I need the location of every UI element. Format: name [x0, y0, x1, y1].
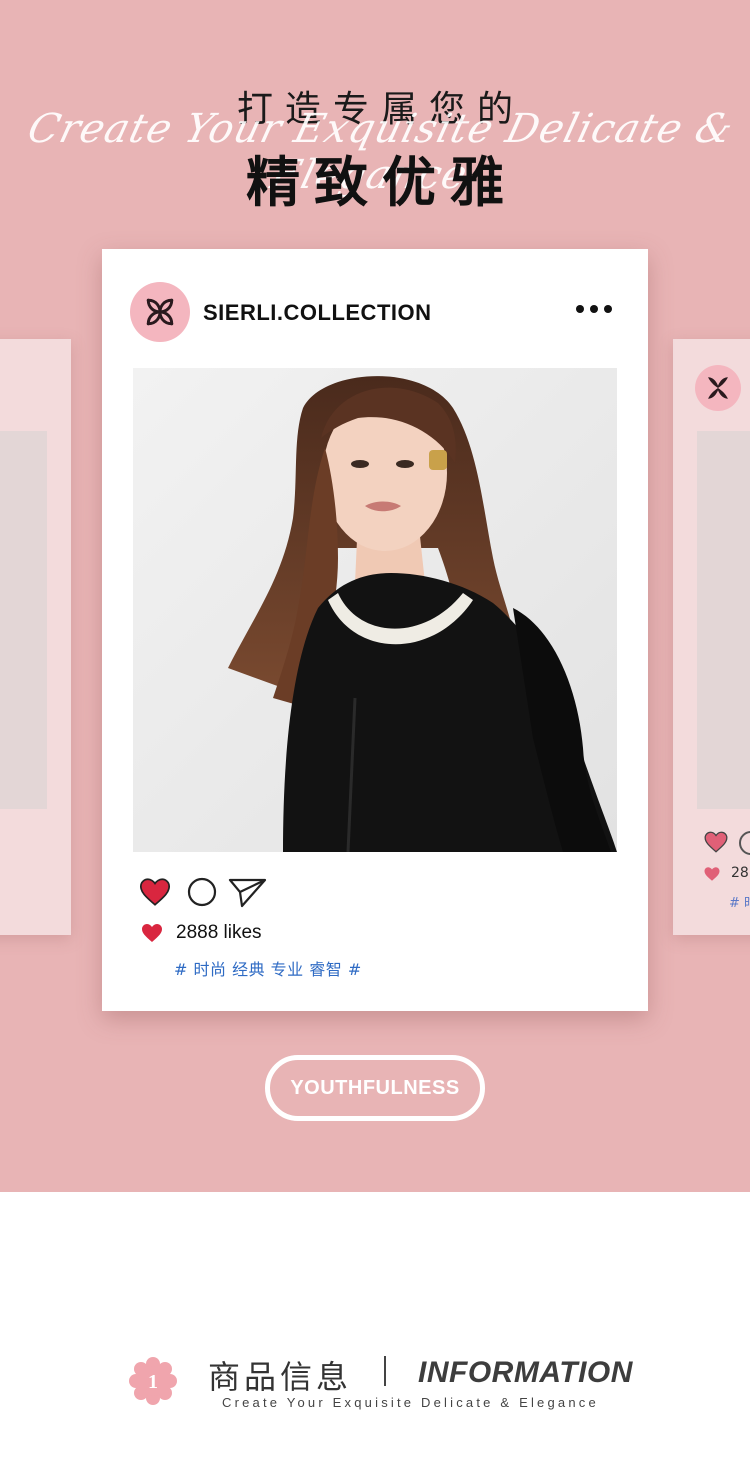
info-subtitle: Create Your Exquisite Delicate & Eleganc…	[222, 1395, 599, 1410]
heart-icon[interactable]	[138, 875, 172, 909]
badge-number: 1	[148, 1371, 158, 1393]
hero-section: 打造专属您的 Create Your Exquisite Delicate & …	[0, 0, 750, 1192]
post-actions	[138, 875, 278, 909]
likes-row: 2888 likes	[140, 921, 262, 945]
like-count-heart-icon	[142, 924, 162, 942]
comment-icon[interactable]	[186, 876, 218, 908]
heart-icon[interactable]	[703, 829, 729, 855]
product-info-header: 1 商品信息 INFORMATION Create Your Exquisite…	[0, 1192, 750, 1461]
hero-title-line-2: 精致优雅	[246, 151, 518, 214]
next-post-tags: # 时	[729, 896, 750, 911]
post-hashtags[interactable]: # 时尚 经典 专业 睿智 #	[174, 956, 362, 980]
next-post-card[interactable]: 28 # 时	[673, 339, 750, 935]
flower-number-badge-icon: 1	[129, 1357, 177, 1405]
brand-avatar[interactable]	[130, 282, 190, 342]
previous-post-image	[0, 431, 47, 809]
brand-logo-icon	[708, 377, 728, 399]
youthfulness-button[interactable]: YOUTHFULNESS	[265, 1055, 485, 1121]
info-title-en: INFORMATION	[418, 1356, 633, 1389]
youthfulness-button-label: YOUTHFULNESS	[290, 1076, 460, 1099]
likes-count: 2888 likes	[176, 922, 262, 943]
model-photo	[133, 368, 617, 852]
account-handle[interactable]: SIERLI.COLLECTION	[203, 300, 432, 326]
title-divider	[384, 1356, 386, 1386]
comment-icon[interactable]	[739, 831, 750, 855]
share-icon[interactable]	[228, 876, 268, 908]
next-post-likes: 28	[731, 865, 749, 881]
brand-logo-icon	[146, 298, 174, 326]
post-card: SIERLI.COLLECTION 2888 likes # 时尚 经典 专业 …	[102, 249, 648, 1011]
more-dots-icon[interactable]	[576, 305, 612, 313]
next-post-image	[697, 431, 750, 809]
info-title-cn: 商品信息	[208, 1358, 353, 1396]
model-illustration	[133, 368, 617, 852]
like-count-heart-icon	[704, 867, 720, 881]
next-post-avatar	[695, 365, 741, 411]
previous-post-card[interactable]	[0, 339, 71, 935]
